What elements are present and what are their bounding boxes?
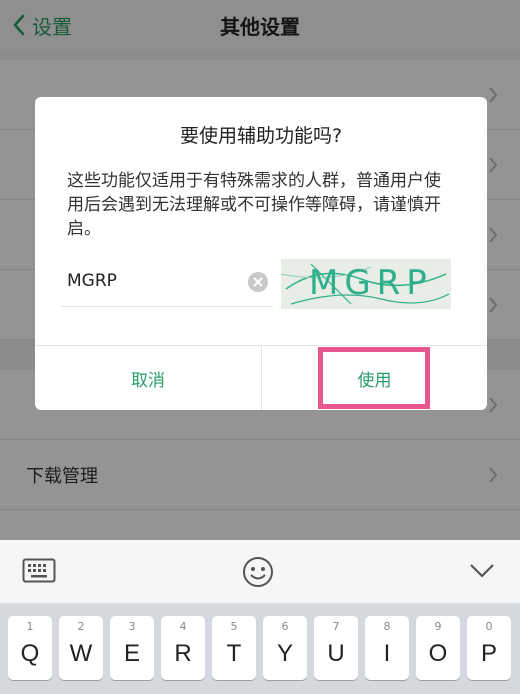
keyboard-toolbar bbox=[0, 540, 520, 604]
key-number: 5 bbox=[230, 620, 238, 633]
key-letter: I bbox=[383, 640, 391, 667]
key-r[interactable]: 4R bbox=[161, 616, 205, 680]
key-e[interactable]: 3E bbox=[110, 616, 154, 680]
key-letter: Y bbox=[276, 640, 293, 667]
key-number: 9 bbox=[434, 620, 442, 633]
dialog-title: 要使用辅助功能吗? bbox=[179, 125, 343, 147]
key-letter: W bbox=[69, 640, 93, 667]
dialog-message: 这些功能仅适用于有特殊需求的人群，普通用户使用后会遇到无法理解或不可操作等障碍，… bbox=[67, 171, 441, 239]
key-q[interactable]: 1Q bbox=[8, 616, 52, 680]
key-w[interactable]: 2W bbox=[59, 616, 103, 680]
clear-icon[interactable] bbox=[247, 271, 269, 293]
key-number: 0 bbox=[485, 620, 493, 633]
key-letter: O bbox=[428, 640, 448, 667]
key-letter: Q bbox=[20, 640, 40, 667]
key-number: 7 bbox=[332, 620, 340, 633]
key-t[interactable]: 5T bbox=[212, 616, 256, 680]
key-number: 1 bbox=[26, 620, 34, 633]
key-number: 3 bbox=[128, 620, 136, 633]
key-letter: T bbox=[226, 640, 242, 667]
key-number: 6 bbox=[281, 620, 289, 633]
key-o[interactable]: 9O bbox=[416, 616, 460, 680]
captcha-text: MGRP bbox=[309, 263, 433, 303]
key-p[interactable]: 0P bbox=[467, 616, 511, 680]
captcha-input[interactable]: MGRP bbox=[61, 257, 273, 307]
key-number: 8 bbox=[383, 620, 391, 633]
key-y[interactable]: 6Y bbox=[263, 616, 307, 680]
key-letter: P bbox=[480, 640, 497, 667]
emoji-icon[interactable] bbox=[242, 556, 274, 588]
highlight-box bbox=[318, 347, 430, 409]
key-letter: E bbox=[123, 640, 140, 667]
keyboard: 1Q 2W 3E 4R 5T 6Y 7U 8I 9O 0P bbox=[0, 604, 520, 694]
key-i[interactable]: 8I bbox=[365, 616, 409, 680]
cancel-button[interactable]: 取消 bbox=[35, 346, 261, 410]
key-letter: U bbox=[327, 640, 345, 667]
key-number: 4 bbox=[179, 620, 187, 633]
keyboard-icon[interactable] bbox=[22, 558, 56, 586]
collapse-keyboard-icon[interactable] bbox=[468, 562, 496, 580]
key-letter: R bbox=[174, 640, 192, 667]
captcha-image[interactable]: MGRP bbox=[281, 259, 451, 309]
key-number: 2 bbox=[77, 620, 85, 633]
captcha-input-value: MGRP bbox=[67, 271, 117, 291]
key-u[interactable]: 7U bbox=[314, 616, 358, 680]
